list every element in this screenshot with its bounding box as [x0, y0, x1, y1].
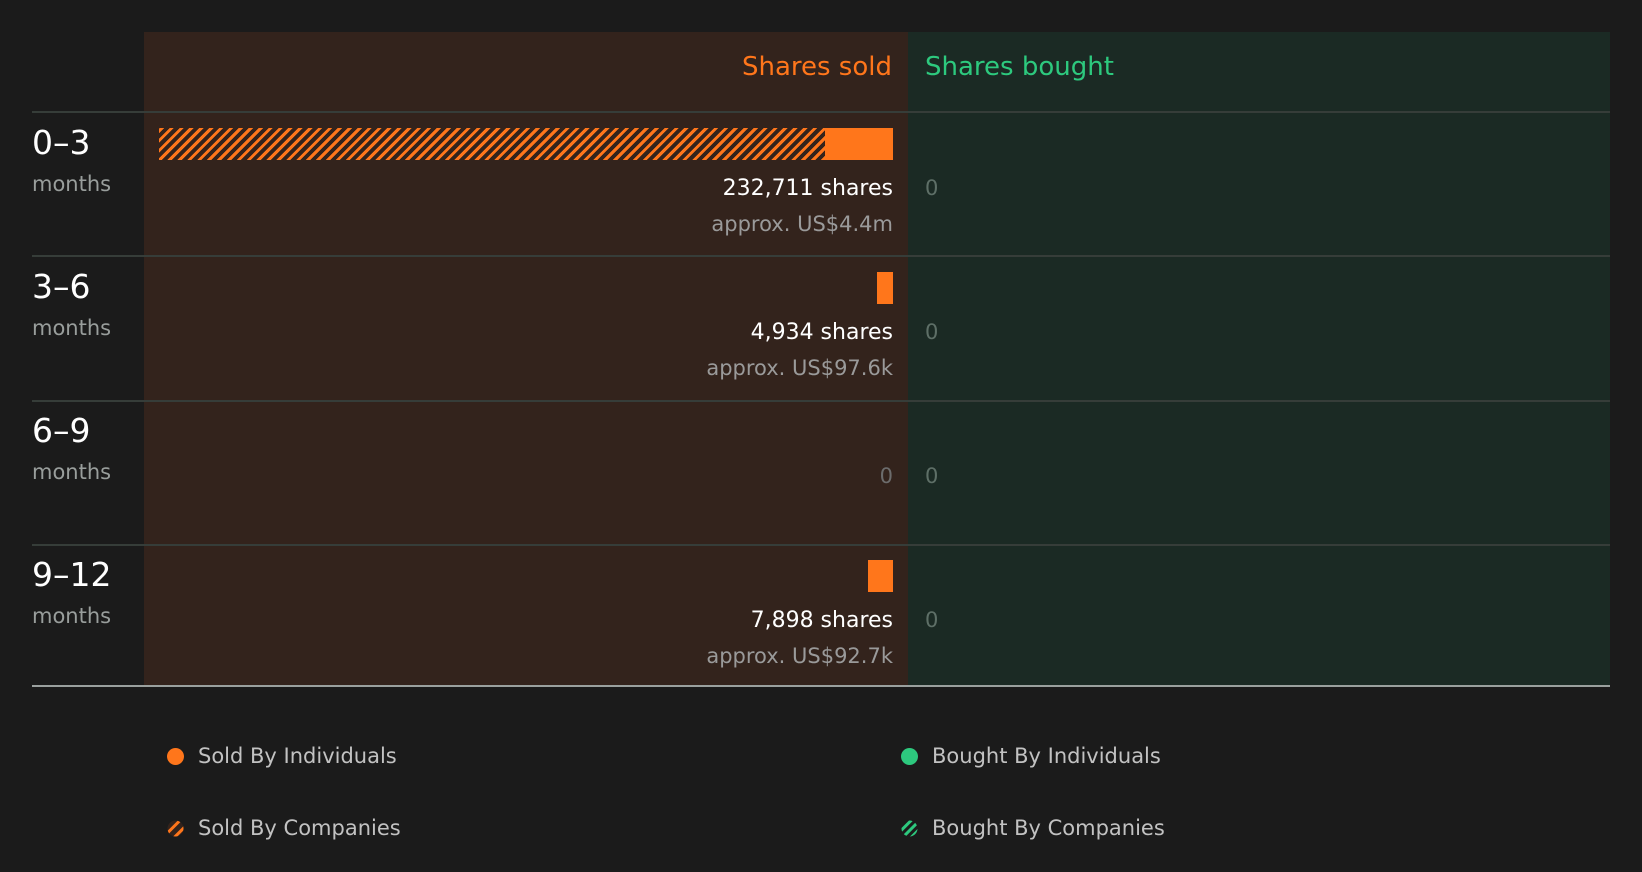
- period-label: 6–9: [32, 411, 91, 450]
- chart-row: 9–12 months 7,898 shares approx. US$92.7k 0: [0, 545, 1642, 689]
- sold-bar: [877, 272, 893, 304]
- legend-bought-individuals: Bought By Individuals: [901, 742, 1161, 770]
- sold-by-individuals-bar: [868, 560, 893, 592]
- chart-row: 3–6 months 4,934 shares approx. US$97.6k 0: [0, 257, 1642, 401]
- legend-label: Sold By Companies: [198, 816, 401, 840]
- period-label: 9–12: [32, 555, 112, 594]
- legend-label: Bought By Individuals: [932, 744, 1161, 768]
- shares-sold-value: 4,934 shares: [750, 320, 893, 345]
- approx-value: approx. US$97.6k: [706, 356, 893, 380]
- legend-sold-individuals: Sold By Individuals: [167, 742, 397, 770]
- shares-sold-value: 232,711 shares: [722, 176, 893, 201]
- legend-bought-companies: Bought By Companies: [901, 814, 1165, 842]
- shares-bought-value: 0: [925, 320, 939, 344]
- sold-by-individuals-bar: [825, 128, 893, 160]
- shares-sold-value: 7,898 shares: [750, 608, 893, 633]
- orange-dot-icon: [167, 747, 184, 765]
- legend-sold-companies: Sold By Companies: [167, 814, 401, 842]
- shares-bought-header: Shares bought: [925, 52, 1114, 82]
- period-unit-label: months: [32, 604, 112, 628]
- sold-bar: [159, 128, 893, 160]
- chart-row: 0–3 months 232,711 shares approx. US$4.4m 0: [0, 113, 1642, 257]
- shares-bought-value: 0: [925, 608, 939, 632]
- period-unit-label: months: [32, 460, 112, 484]
- shares-bought-value: 0: [925, 464, 939, 488]
- green-hatched-dot-icon: [901, 820, 918, 836]
- period-label: 3–6: [32, 267, 91, 306]
- legend-label: Bought By Companies: [932, 816, 1165, 840]
- approx-value: approx. US$4.4m: [711, 212, 893, 236]
- sold-by-individuals-bar: [877, 272, 893, 304]
- shares-bought-value: 0: [925, 176, 939, 200]
- shares-sold-value: 0: [879, 464, 893, 488]
- chart-row: 6–9 months 0 0: [0, 401, 1642, 545]
- period-label: 0–3: [32, 123, 91, 162]
- orange-hatched-dot-icon: [167, 820, 184, 836]
- period-unit-label: months: [32, 316, 112, 340]
- legend-label: Sold By Individuals: [198, 744, 397, 768]
- sold-by-companies-bar: [159, 128, 825, 160]
- period-unit-label: months: [32, 172, 112, 196]
- approx-value: approx. US$92.7k: [706, 644, 893, 668]
- green-dot-icon: [901, 747, 918, 765]
- shares-sold-header: Shares sold: [741, 52, 892, 82]
- sold-bar: [868, 560, 893, 592]
